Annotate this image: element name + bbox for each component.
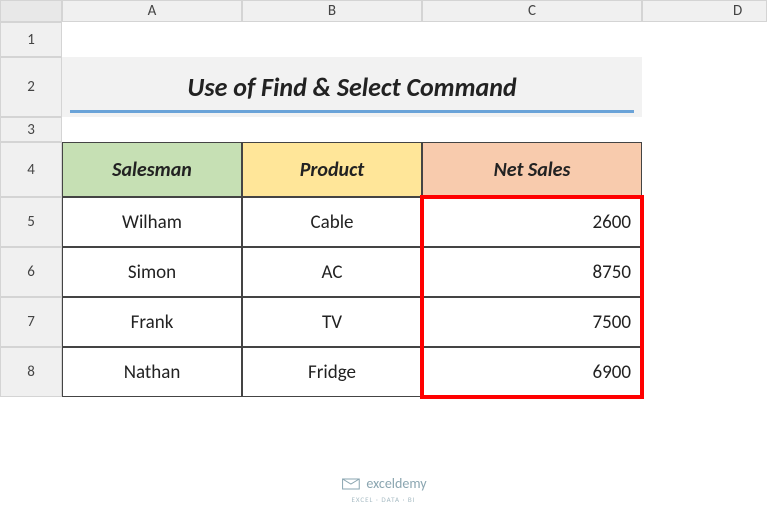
cell-netsales[interactable]: 7500 [422, 297, 642, 347]
row-header-3[interactable]: 3 [0, 117, 62, 142]
select-all-corner[interactable] [0, 0, 62, 22]
col-header-d[interactable]: D [642, 0, 767, 22]
footer-logo: exceldemy [340, 475, 426, 492]
cell-netsales[interactable]: 2600 [422, 197, 642, 247]
row-header-2[interactable]: 2 [0, 57, 62, 117]
spreadsheet-grid: A B C D 1 2 3 4 5 6 7 8 Use of Find & Se… [0, 0, 767, 507]
cell-salesman[interactable]: Wilham [62, 197, 242, 247]
cell-salesman[interactable]: Nathan [62, 347, 242, 397]
col-header-a[interactable]: A [62, 0, 242, 22]
cell-product[interactable]: Cable [242, 197, 422, 247]
cell-product[interactable]: AC [242, 247, 422, 297]
col-header-b[interactable]: B [242, 0, 422, 22]
header-product[interactable]: Product [242, 142, 422, 197]
title-underline [70, 110, 634, 113]
header-netsales[interactable]: Net Sales [422, 142, 642, 197]
row-header-6[interactable]: 6 [0, 247, 62, 297]
row-header-7[interactable]: 7 [0, 297, 62, 347]
header-salesman[interactable]: Salesman [62, 142, 242, 197]
cell-salesman[interactable]: Simon [62, 247, 242, 297]
footer-brand: exceldemy [366, 475, 426, 492]
cell-netsales[interactable]: 8750 [422, 247, 642, 297]
title-cell[interactable]: Use of Find & Select Command [62, 57, 642, 117]
row-header-8[interactable]: 8 [0, 347, 62, 397]
cell-netsales[interactable]: 6900 [422, 347, 642, 397]
row-header-4[interactable]: 4 [0, 142, 62, 197]
data-table: Salesman Product Net Sales Wilham Cable … [62, 142, 642, 397]
cell-salesman[interactable]: Frank [62, 297, 242, 347]
row-header-1[interactable]: 1 [0, 22, 62, 57]
footer-tagline: EXCEL · DATA · BI [351, 495, 415, 504]
col-header-c[interactable]: C [422, 0, 642, 22]
cell-product[interactable]: TV [242, 297, 422, 347]
cell-product[interactable]: Fridge [242, 347, 422, 397]
row-header-5[interactable]: 5 [0, 197, 62, 247]
sheet-icon [340, 477, 360, 491]
col-header-d-label: D [733, 2, 742, 20]
page-title: Use of Find & Select Command [187, 71, 516, 103]
